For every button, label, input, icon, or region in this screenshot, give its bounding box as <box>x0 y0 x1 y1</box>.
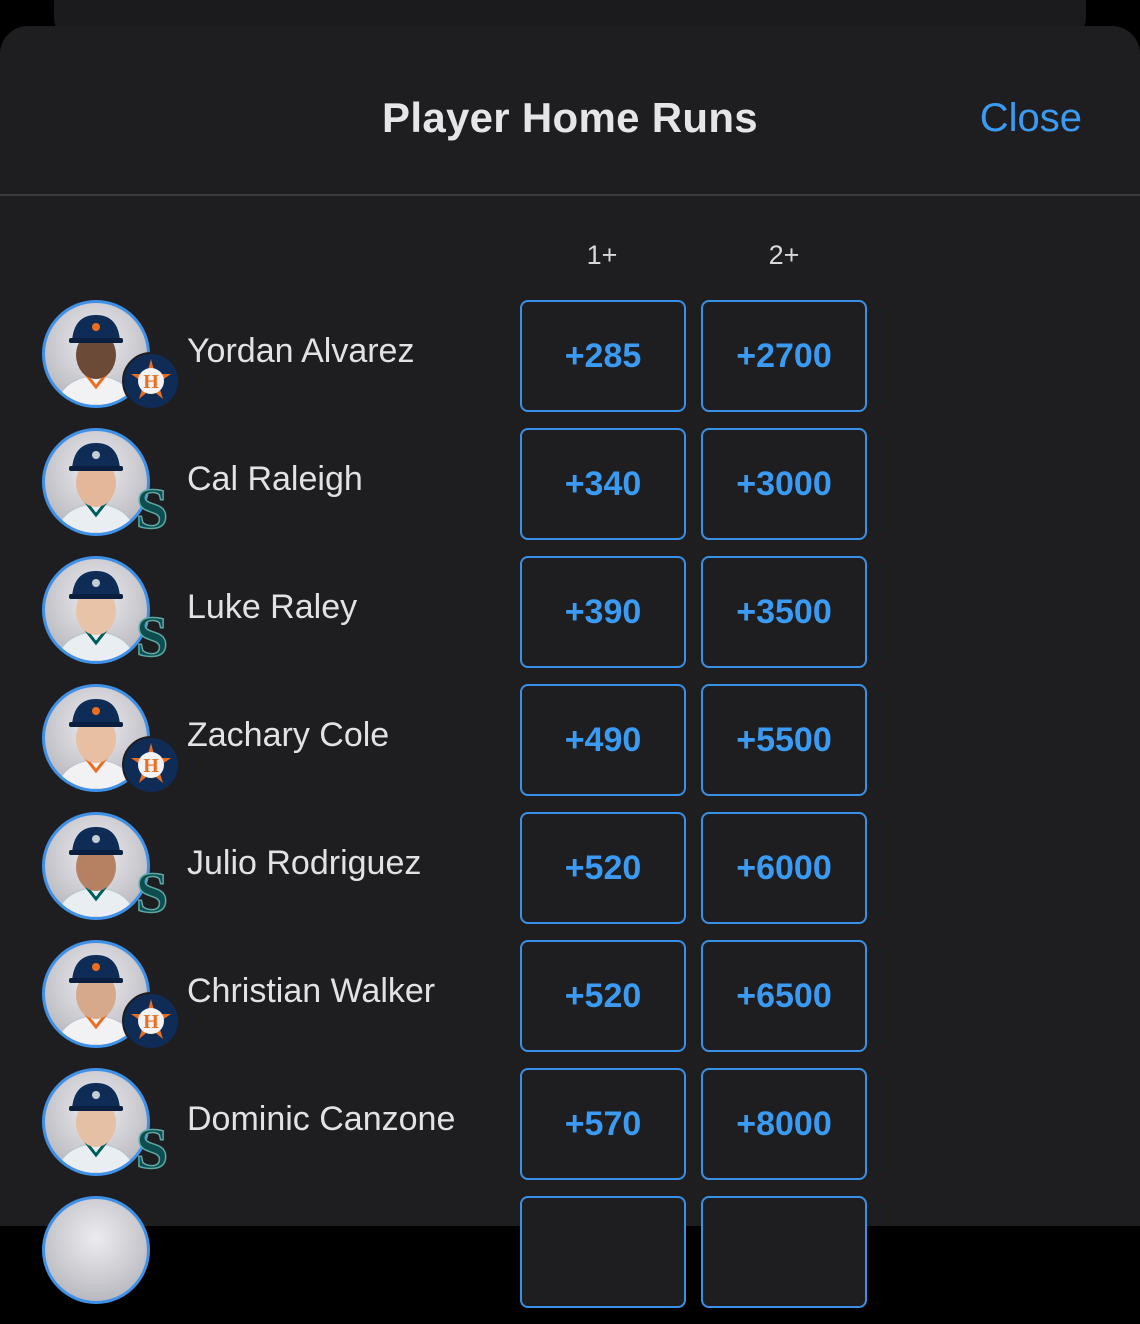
player-name: Julio Rodriguez <box>187 844 422 882</box>
odds-button-1plus[interactable]: +490 <box>520 684 686 796</box>
player-name: Dominic Canzone <box>187 1100 456 1138</box>
astros-logo-icon: H <box>122 992 180 1050</box>
player-name: Christian Walker <box>187 972 436 1010</box>
odds-button-1plus[interactable] <box>520 1196 686 1308</box>
odds-button-2plus[interactable]: +2700 <box>701 300 867 412</box>
player-name: Cal Raleigh <box>187 460 363 498</box>
player-row: H Christian Walker +520 +6500 <box>0 940 1140 1068</box>
odds-button-2plus[interactable]: +5500 <box>701 684 867 796</box>
svg-text:H: H <box>143 371 159 393</box>
player-row: S Cal Raleigh +340 +3000 <box>0 428 1140 556</box>
player-row: S Julio Rodriguez +520 +6000 <box>0 812 1140 940</box>
player-name: Luke Raley <box>187 588 358 626</box>
player-name: Yordan Alvarez <box>187 332 415 370</box>
odds-button-1plus[interactable]: +520 <box>520 940 686 1052</box>
odds-button-1plus[interactable]: +520 <box>520 812 686 924</box>
odds-button-2plus[interactable]: +6000 <box>701 812 867 924</box>
mariners-logo-icon: S <box>126 860 176 920</box>
svg-text:H: H <box>143 755 159 777</box>
odds-button-2plus[interactable]: +6500 <box>701 940 867 1052</box>
page-title: Player Home Runs <box>382 94 758 141</box>
odds-button-1plus[interactable]: +285 <box>520 300 686 412</box>
mariners-logo-icon: S <box>126 604 176 664</box>
odds-button-1plus[interactable]: +570 <box>520 1068 686 1180</box>
player-headshot <box>42 1196 150 1304</box>
player-row: H Zachary Cole +490 +5500 <box>0 684 1140 812</box>
mariners-logo-icon: S <box>126 1116 176 1176</box>
astros-logo-icon: H <box>122 736 180 794</box>
column-header-2plus: 2+ <box>768 240 800 270</box>
svg-text:S: S <box>136 604 168 664</box>
close-button[interactable]: Close <box>980 96 1082 141</box>
svg-text:S: S <box>136 476 168 536</box>
odds-button-2plus[interactable] <box>701 1196 867 1308</box>
odds-button-2plus[interactable]: +3000 <box>701 428 867 540</box>
mariners-logo-icon: S <box>126 476 176 536</box>
player-name: Zachary Cole <box>187 716 390 754</box>
column-header-1plus: 1+ <box>586 240 618 270</box>
player-row: S Luke Raley +390 +3500 <box>0 556 1140 684</box>
odds-button-1plus[interactable]: +390 <box>520 556 686 668</box>
svg-text:S: S <box>136 1116 168 1176</box>
odds-button-2plus[interactable]: +3500 <box>701 556 867 668</box>
odds-button-2plus[interactable]: +8000 <box>701 1068 867 1180</box>
player-row-partial <box>0 1196 1140 1324</box>
player-row: S Dominic Canzone +570 +8000 <box>0 1068 1140 1196</box>
astros-logo-icon: H <box>122 352 180 410</box>
svg-text:S: S <box>136 860 168 920</box>
sheet-header: Player Home Runs Close <box>0 26 1140 196</box>
odds-button-1plus[interactable]: +340 <box>520 428 686 540</box>
player-row: H Yordan Alvarez +285 +2700 <box>0 300 1140 428</box>
svg-text:H: H <box>143 1011 159 1033</box>
